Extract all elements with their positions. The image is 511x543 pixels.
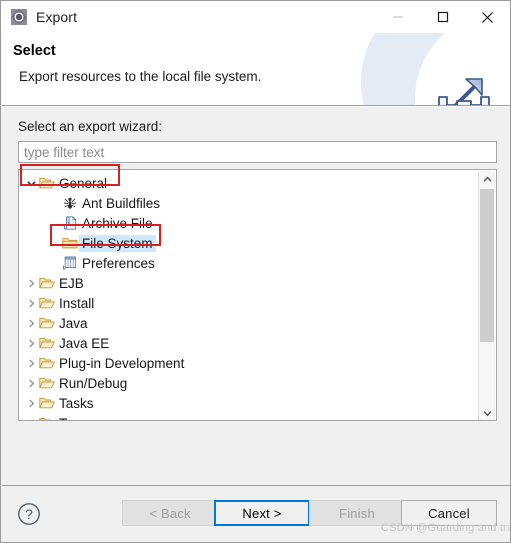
chevron-down-icon[interactable] <box>479 405 495 420</box>
help-icon[interactable]: ? <box>17 502 41 526</box>
chevron-right-icon[interactable] <box>24 318 38 328</box>
tree-item-plug-in-development[interactable]: Plug-in Development <box>19 353 480 373</box>
tree-item-label: Tasks <box>59 395 94 411</box>
chevron-right-icon[interactable] <box>24 418 38 420</box>
folder-icon <box>61 236 79 250</box>
window-title: Export <box>36 9 78 25</box>
tree-item-label: Archive File <box>82 215 153 231</box>
page-subtitle: Export resources to the local file syste… <box>19 69 262 84</box>
svg-text:?: ? <box>25 506 33 522</box>
tree-item-tasks[interactable]: Tasks <box>19 393 480 413</box>
wizard-header: Select Export resources to the local fil… <box>2 33 510 106</box>
tree-item-file-system[interactable]: File System <box>19 233 480 253</box>
tree-item-label: Preferences <box>82 255 155 271</box>
tree-item-container: General Ant Buildfiles Archive File File Sy… <box>19 173 480 421</box>
chevron-right-icon[interactable] <box>24 338 38 348</box>
chevron-right-icon[interactable] <box>24 378 38 388</box>
chevron-right-icon[interactable] <box>24 278 38 288</box>
tree-item-label: Java EE <box>59 335 110 351</box>
folder-open-icon <box>38 416 56 420</box>
chevron-down-icon[interactable] <box>24 180 38 187</box>
dialog-body: Select an export wizard: General Ant Buil… <box>2 107 510 485</box>
back-button[interactable]: < Back <box>122 500 218 526</box>
title-bar: Export <box>1 1 510 33</box>
folder-open-icon <box>38 296 56 310</box>
tree-item-label: Run/Debug <box>59 375 128 391</box>
chevron-right-icon[interactable] <box>24 358 38 368</box>
tree-item-java-ee[interactable]: Java EE <box>19 333 480 353</box>
folder-open-icon <box>38 316 56 330</box>
tree-item-label: T <box>56 415 70 421</box>
folder-open-icon <box>38 376 56 390</box>
filter-input[interactable] <box>18 141 497 163</box>
folder-open-icon <box>38 396 56 410</box>
preferences-icon <box>61 256 79 270</box>
archive-file-icon <box>61 216 79 230</box>
folder-open-icon <box>38 336 56 350</box>
export-tray-arrow-icon <box>434 71 494 106</box>
minimize-button[interactable] <box>375 1 420 33</box>
maximize-button[interactable] <box>420 1 465 33</box>
folder-open-icon <box>38 356 56 370</box>
tree-item-label: Java <box>59 315 88 331</box>
export-wizard-dialog: Export Select Export resources to the lo… <box>0 0 511 543</box>
tree-item-label: Plug-in Development <box>59 355 185 371</box>
tree-item-archive-file[interactable]: Archive File <box>19 213 480 233</box>
export-wizard-icon <box>11 9 27 25</box>
tree-item-preferences[interactable]: Preferences <box>19 253 480 273</box>
tree-item-label: EJB <box>59 275 84 291</box>
ant-icon <box>61 196 79 210</box>
tree-item-run-debug[interactable]: Run/Debug <box>19 373 480 393</box>
chevron-right-icon[interactable] <box>24 298 38 308</box>
watermark: CSDN @Guarding and trust <box>381 522 511 534</box>
next-button[interactable]: Next > <box>214 500 310 526</box>
folder-open-icon <box>38 276 56 290</box>
tree-item-t[interactable]: T <box>19 413 480 421</box>
tree-item-label: General <box>59 175 108 191</box>
wizard-list-label: Select an export wizard: <box>18 119 163 134</box>
export-wizard-tree[interactable]: General Ant Buildfiles Archive File File Sy… <box>18 169 497 421</box>
tree-item-general[interactable]: General <box>19 173 480 193</box>
tree-item-install[interactable]: Install <box>19 293 480 313</box>
scrollbar-thumb[interactable] <box>480 189 494 342</box>
tree-item-java[interactable]: Java <box>19 313 480 333</box>
tree-item-label: File System <box>79 234 156 252</box>
window-controls <box>375 1 510 33</box>
close-button[interactable] <box>465 1 510 33</box>
tree-item-ant-buildfiles[interactable]: Ant Buildfiles <box>19 193 480 213</box>
dialog-footer: ? < Back Next > Finish Cancel <box>2 486 510 542</box>
chevron-right-icon[interactable] <box>24 398 38 408</box>
tree-vertical-scrollbar[interactable] <box>478 171 495 420</box>
tree-item-label: Ant Buildfiles <box>82 195 161 211</box>
page-title: Select <box>13 43 56 59</box>
folder-open-icon <box>38 176 56 190</box>
chevron-up-icon[interactable] <box>479 171 495 187</box>
tree-item-ejb[interactable]: EJB <box>19 273 480 293</box>
tree-item-label: Install <box>59 295 95 311</box>
